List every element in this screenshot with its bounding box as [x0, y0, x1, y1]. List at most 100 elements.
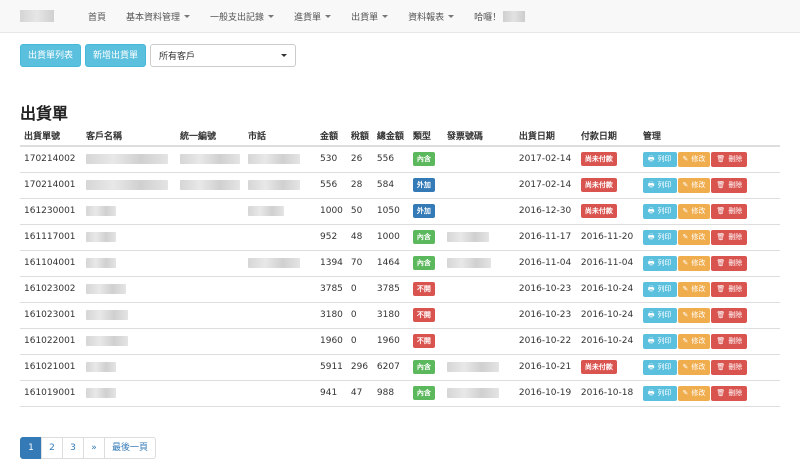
edit-button[interactable]: ✎ 修改 [677, 151, 711, 167]
actions-cell: 🖶 列印 ✎ 修改 🗑 刪除 [638, 380, 780, 407]
delete-button[interactable]: 🗑 刪除 [711, 151, 748, 167]
nav-expense-label: 一般支出記錄 [210, 12, 265, 23]
tax-id [176, 354, 244, 381]
type-cell: 內含 [408, 354, 443, 381]
chevron-down-icon [281, 54, 288, 57]
actions-cell: 🖶 列印 ✎ 修改 🗑 刪除 [638, 172, 780, 199]
shipment-no: 161117001 [20, 224, 82, 251]
phone [244, 146, 316, 173]
edit-button[interactable]: ✎ 修改 [677, 385, 711, 401]
total: 1000 [372, 224, 409, 251]
column-header: 統一編號 [176, 126, 244, 147]
edit-button[interactable]: ✎ 修改 [677, 307, 711, 323]
edit-button[interactable]: ✎ 修改 [677, 229, 711, 245]
pagination: 1 2 3» 最後一頁 [20, 437, 157, 459]
edit-button-label: 修改 [691, 389, 706, 397]
tax-id [176, 302, 244, 329]
brand-logo[interactable] [20, 10, 54, 22]
page-1-link[interactable]: 1 [20, 437, 42, 459]
delete-button-label: 刪除 [728, 389, 743, 397]
print-button[interactable]: 🖶 列印 [642, 177, 677, 193]
last-page-link[interactable]: 最後一頁 [104, 437, 157, 459]
print-button[interactable]: 🖶 列印 [642, 203, 677, 219]
nav-home[interactable]: 首頁 [78, 0, 116, 33]
next-page-link[interactable]: » [83, 437, 105, 459]
phone [244, 354, 316, 381]
edit-button[interactable]: ✎ 修改 [677, 333, 711, 349]
tax-id [176, 198, 244, 225]
trash-icon: 🗑 [716, 154, 726, 163]
nav-purchase[interactable]: 進貨單 [284, 0, 341, 33]
amount: 1000 [316, 198, 347, 225]
redacted-username [503, 10, 526, 22]
pencil-icon: ✎ [682, 258, 689, 267]
nav-shipment[interactable]: 出貨單 [341, 0, 398, 33]
unpaid-badge: 尚未付款 [580, 360, 617, 374]
customer-name [82, 224, 176, 251]
customer-select-value: 所有客戶 [159, 52, 196, 62]
print-button-label: 列印 [657, 311, 672, 319]
delete-button[interactable]: 🗑 刪除 [711, 177, 748, 193]
pay-date: 2016-11-20 [576, 224, 639, 251]
phone [244, 302, 316, 329]
page-3-link[interactable]: 3 [62, 437, 84, 459]
nav-basic-data[interactable]: 基本資料管理 [116, 0, 200, 33]
print-button[interactable]: 🖶 列印 [642, 255, 677, 271]
column-header: 金額 [316, 126, 347, 147]
print-button[interactable]: 🖶 列印 [642, 359, 677, 375]
table-row: 170214001 556 28 584 外加 2017-02-14 尚未付款 🖶 列印 ✎ 修改 🗑… [20, 172, 780, 199]
edit-button[interactable]: ✎ 修改 [677, 281, 711, 297]
redacted-invoice [446, 257, 491, 268]
edit-button[interactable]: ✎ 修改 [677, 255, 711, 271]
print-button[interactable]: 🖶 列印 [642, 281, 677, 297]
pay-date: 尚未付款 [576, 172, 639, 199]
tax: 47 [346, 380, 373, 407]
total: 1960 [372, 328, 409, 355]
type-badge: 不開 [412, 282, 435, 296]
redacted-customer-name [86, 179, 168, 190]
print-button[interactable]: 🖶 列印 [642, 307, 677, 323]
print-button[interactable]: 🖶 列印 [642, 333, 677, 349]
delete-button[interactable]: 🗑 刪除 [711, 255, 748, 271]
total: 3785 [372, 276, 409, 303]
delete-button[interactable]: 🗑 刪除 [711, 229, 748, 245]
invoice-no [442, 198, 515, 225]
print-button[interactable]: 🖶 列印 [642, 151, 677, 167]
trash-icon: 🗑 [716, 310, 726, 319]
actions-cell: 🖶 列印 ✎ 修改 🗑 刪除 [638, 146, 780, 173]
total: 988 [372, 380, 409, 407]
ship-date: 2016-12-30 [514, 198, 577, 225]
shipment-list-button[interactable]: 出貨單列表 [20, 44, 82, 67]
nav-reports[interactable]: 資料報表 [398, 0, 464, 33]
type-badge: 不開 [412, 334, 435, 348]
edit-button[interactable]: ✎ 修改 [677, 359, 711, 375]
delete-button[interactable]: 🗑 刪除 [711, 307, 748, 323]
delete-button[interactable]: 🗑 刪除 [711, 203, 748, 219]
caret-down-icon [448, 14, 455, 18]
tax: 50 [346, 198, 373, 225]
delete-button[interactable]: 🗑 刪除 [711, 281, 748, 297]
pencil-icon: ✎ [682, 336, 689, 345]
delete-button[interactable]: 🗑 刪除 [711, 333, 748, 349]
actions-cell: 🖶 列印 ✎ 修改 🗑 刪除 [638, 302, 780, 329]
redacted-phone [248, 154, 300, 164]
print-button[interactable]: 🖶 列印 [642, 385, 677, 401]
delete-button[interactable]: 🗑 刪除 [711, 385, 748, 401]
new-shipment-button[interactable]: 新增出貨單 [85, 44, 147, 67]
shipment-no: 161022001 [20, 328, 82, 355]
actions-cell: 🖶 列印 ✎ 修改 🗑 刪除 [638, 328, 780, 355]
delete-button[interactable]: 🗑 刪除 [711, 359, 748, 375]
print-button[interactable]: 🖶 列印 [642, 229, 677, 245]
page-2-link[interactable]: 2 [41, 437, 63, 459]
nav-user-greeting[interactable]: 哈囉！ [464, 0, 535, 33]
phone [244, 172, 316, 199]
edit-button[interactable]: ✎ 修改 [677, 177, 711, 193]
edit-button[interactable]: ✎ 修改 [677, 203, 711, 219]
actions-cell: 🖶 列印 ✎ 修改 🗑 刪除 [638, 250, 780, 277]
table-body: 170214002 530 26 556 內含 2017-02-14 尚未付款 🖶 列印 ✎ 修改 🗑… [20, 146, 780, 407]
redacted-customer-name [86, 154, 168, 164]
redacted-phone [248, 179, 300, 190]
ship-date: 2016-10-21 [514, 354, 577, 381]
customer-select[interactable]: 所有客戶 [150, 44, 297, 67]
nav-expense[interactable]: 一般支出記錄 [200, 0, 284, 33]
